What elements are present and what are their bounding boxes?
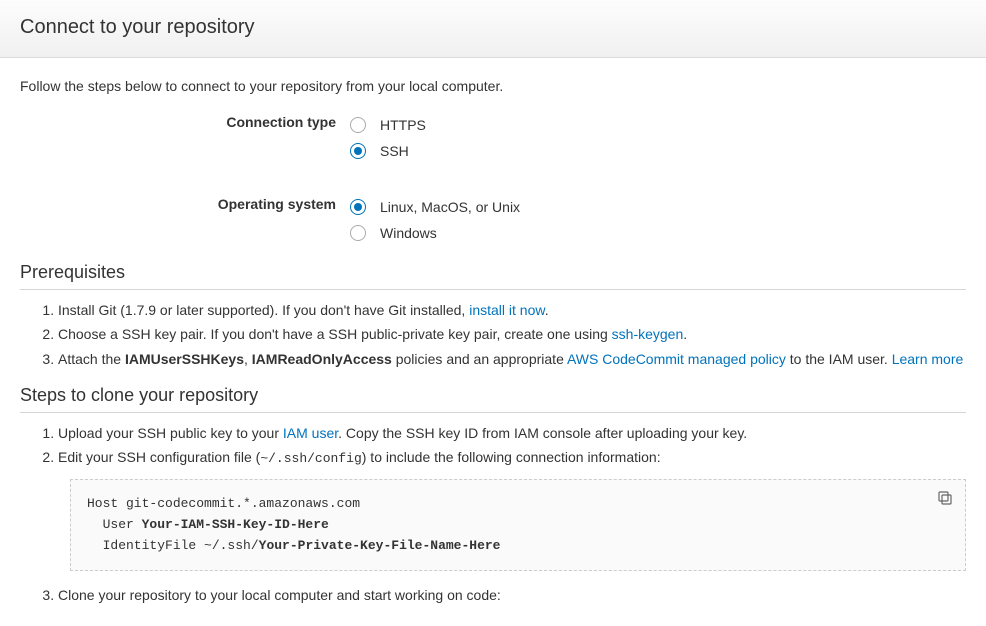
radio-label-ssh[interactable]: SSH bbox=[380, 143, 409, 159]
learn-more-link[interactable]: Learn more bbox=[892, 351, 964, 367]
prerequisites-list: Install Git (1.7.9 or later supported). … bbox=[20, 300, 966, 369]
copy-icon[interactable] bbox=[937, 490, 953, 506]
radio-ssh[interactable] bbox=[350, 143, 366, 159]
connection-type-row: Connection type HTTPS SSH bbox=[20, 112, 966, 164]
radio-row-linux[interactable]: Linux, MacOS, or Unix bbox=[350, 194, 966, 220]
step-item-1: Upload your SSH public key to your IAM u… bbox=[58, 423, 966, 443]
prerequisites-heading: Prerequisites bbox=[20, 262, 966, 290]
os-row: Operating system Linux, MacOS, or Unix W… bbox=[20, 194, 966, 246]
radio-row-windows[interactable]: Windows bbox=[350, 220, 966, 246]
managed-policy-link[interactable]: AWS CodeCommit managed policy bbox=[567, 351, 786, 367]
install-git-link[interactable]: install it now bbox=[469, 302, 544, 318]
steps-list-cont: Clone your repository to your local comp… bbox=[20, 585, 966, 605]
page-header: Connect to your repository bbox=[0, 0, 986, 58]
prereq-item-3: Attach the IAMUserSSHKeys, IAMReadOnlyAc… bbox=[58, 349, 966, 369]
ssh-keygen-link[interactable]: ssh-keygen bbox=[612, 326, 684, 342]
radio-label-linux[interactable]: Linux, MacOS, or Unix bbox=[380, 199, 520, 215]
os-label: Operating system bbox=[20, 194, 350, 246]
steps-heading: Steps to clone your repository bbox=[20, 385, 966, 413]
page-title: Connect to your repository bbox=[20, 16, 966, 39]
step-item-3: Clone your repository to your local comp… bbox=[58, 585, 966, 605]
iam-user-link[interactable]: IAM user bbox=[283, 425, 338, 441]
prereq-item-1: Install Git (1.7.9 or later supported). … bbox=[58, 300, 966, 320]
radio-https[interactable] bbox=[350, 117, 366, 133]
radio-label-https[interactable]: HTTPS bbox=[380, 117, 426, 133]
ssh-config-codeblock: Host git-codecommit.*.amazonaws.com User… bbox=[70, 479, 966, 571]
os-options: Linux, MacOS, or Unix Windows bbox=[350, 194, 966, 246]
radio-label-windows[interactable]: Windows bbox=[380, 225, 437, 241]
radio-row-https[interactable]: HTTPS bbox=[350, 112, 966, 138]
connection-type-label: Connection type bbox=[20, 112, 350, 164]
page-content: Follow the steps below to connect to you… bbox=[0, 58, 986, 626]
steps-list: Upload your SSH public key to your IAM u… bbox=[20, 423, 966, 469]
intro-text: Follow the steps below to connect to you… bbox=[20, 78, 966, 94]
connection-type-options: HTTPS SSH bbox=[350, 112, 966, 164]
radio-row-ssh[interactable]: SSH bbox=[350, 138, 966, 164]
prereq-item-2: Choose a SSH key pair. If you don't have… bbox=[58, 324, 966, 344]
radio-windows[interactable] bbox=[350, 225, 366, 241]
radio-linux[interactable] bbox=[350, 199, 366, 215]
step-item-2: Edit your SSH configuration file (~/.ssh… bbox=[58, 447, 966, 469]
